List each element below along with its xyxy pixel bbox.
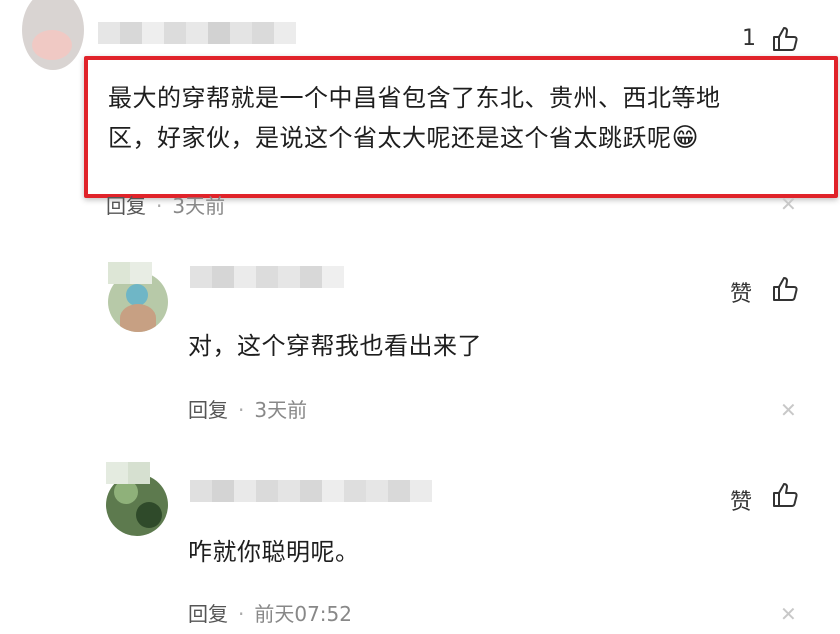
like-count: 1 — [742, 26, 756, 51]
reply-button[interactable]: 回复 — [188, 602, 228, 626]
avatar[interactable] — [22, 0, 84, 70]
reply-time: 3天前 — [254, 398, 308, 422]
grin-emoji: 😁 — [671, 123, 700, 153]
close-icon[interactable]: ✕ — [780, 602, 797, 626]
thumb-up-icon[interactable] — [770, 24, 800, 54]
meta-separator: · — [238, 398, 245, 422]
reply-meta: 回复 · 3天前 — [188, 394, 307, 423]
meta-separator: · — [156, 194, 163, 218]
username-blurred[interactable] — [190, 480, 432, 502]
reply-button[interactable]: 回复 — [106, 194, 146, 218]
comment-meta: 回复 · 3天前 — [106, 190, 225, 219]
username-blurred[interactable] — [98, 22, 296, 44]
like-label: 赞 — [730, 490, 753, 515]
meta-separator: · — [238, 602, 245, 626]
highlighted-comment: 最大的穿帮就是一个中昌省包含了东北、贵州、西北等地 区，好家伙，是说这个省太大呢… — [84, 56, 838, 198]
username-blurred[interactable] — [108, 262, 152, 284]
reply-text: 对，这个穿帮我也看出来了 — [188, 332, 482, 360]
reply-text: 咋就你聪明呢。 — [188, 538, 360, 566]
like-label: 赞 — [730, 282, 753, 307]
reply-meta: 回复 · 前天07:52 — [188, 598, 352, 627]
comment-text-line2-text: 区，好家伙，是说这个省太大呢还是这个省太跳跃呢 — [108, 124, 672, 152]
thumb-up-icon[interactable] — [770, 480, 800, 510]
username-blurred[interactable] — [106, 462, 150, 484]
username-blurred[interactable] — [190, 266, 344, 288]
comment-text-line1: 最大的穿帮就是一个中昌省包含了东北、贵州、西北等地 — [108, 84, 721, 112]
reply-time: 前天07:52 — [254, 602, 352, 626]
close-icon[interactable]: ✕ — [780, 192, 797, 216]
close-icon[interactable]: ✕ — [780, 398, 797, 422]
comment-time: 3天前 — [172, 194, 226, 218]
thumb-up-icon[interactable] — [770, 274, 800, 304]
reply-button[interactable]: 回复 — [188, 398, 228, 422]
comment-text-line2: 区，好家伙，是说这个省太大呢还是这个省太跳跃呢😁 — [108, 118, 699, 158]
